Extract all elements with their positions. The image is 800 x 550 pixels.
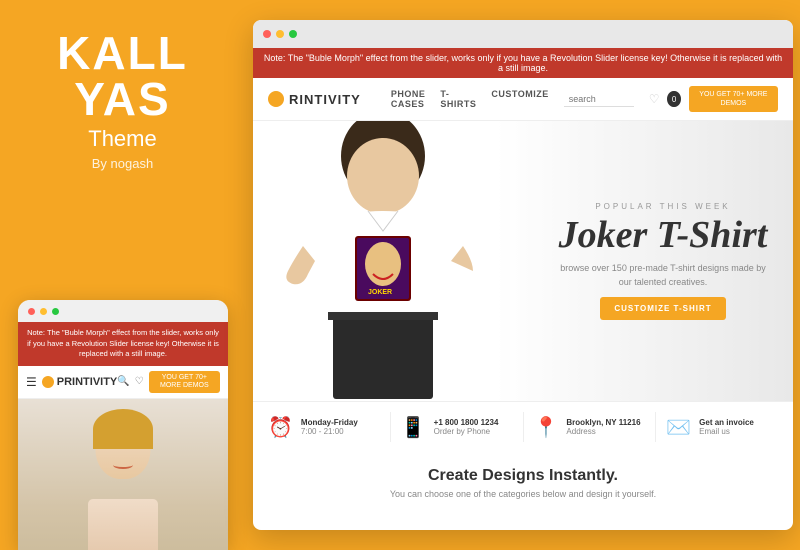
invoice-sub: Email us <box>699 427 754 436</box>
clock-icon: ⏰ <box>268 415 293 440</box>
hours-sub: 7:00 - 21:00 <box>301 427 358 436</box>
create-title: Create Designs Instantly. <box>273 467 773 485</box>
site-logo: RINTIVITY <box>268 91 361 107</box>
hero-text: POPULAR THIS WEEK Joker T-Shirt browse o… <box>553 202 773 320</box>
create-sub: You can choose one of the categories bel… <box>273 489 773 499</box>
mobile-content-area <box>18 399 228 550</box>
title-block: KALL YAS Theme By nogash <box>57 30 188 171</box>
address-title: Brooklyn, NY 11216 <box>566 418 640 427</box>
mobile-header <box>18 300 228 322</box>
dot-green <box>52 308 59 315</box>
wishlist-icon[interactable]: ♡ <box>649 92 660 106</box>
info-bar: ⏰ Monday-Friday 7:00 - 21:00 📱 +1 800 18… <box>253 401 793 452</box>
info-divider-2 <box>523 412 524 442</box>
mobile-alert: Note: The "Buble Morph" effect from the … <box>18 322 228 366</box>
cart-badge[interactable]: 0 <box>667 91 680 107</box>
location-icon: 📍 <box>534 415 559 440</box>
popular-label: POPULAR THIS WEEK <box>553 202 773 211</box>
nav-customize[interactable]: CUSTOMIZE <box>491 89 548 109</box>
phone-number: +1 800 1800 1234 <box>434 418 499 427</box>
info-hours: ⏰ Monday-Friday 7:00 - 21:00 <box>268 415 380 440</box>
close-dot[interactable] <box>263 30 271 38</box>
dot-yellow <box>40 308 47 315</box>
info-divider-3 <box>655 412 656 442</box>
email-icon: ✉️ <box>666 415 691 440</box>
demos-button[interactable]: YOU GET 70+ MORE DEMOS <box>689 86 778 112</box>
info-divider-1 <box>390 412 391 442</box>
nav-links: PHONE CASES T-SHIRTS CUSTOMIZE <box>391 89 549 109</box>
dot-red <box>28 308 35 315</box>
maximize-dot[interactable] <box>289 30 297 38</box>
mobile-logo: PRINTIVITY <box>42 376 118 388</box>
hero-description: browse over 150 pre-made T-shirt designs… <box>553 262 773 289</box>
theme-label: Theme <box>57 126 188 152</box>
mobile-heart-icon[interactable]: ♡ <box>135 376 144 387</box>
site-nav: RINTIVITY PHONE CASES T-SHIRTS CUSTOMIZE… <box>253 78 793 121</box>
invoice-text: Get an invoice Email us <box>699 418 754 436</box>
browser-alert-banner: Note: The "Buble Morph" effect from the … <box>253 48 793 78</box>
minimize-dot[interactable] <box>276 30 284 38</box>
customize-t-shirt-button[interactable]: CUSTOMIZE T-SHIRT <box>600 297 725 320</box>
left-panel: KALL YAS Theme By nogash Note: The "Bubl… <box>0 0 245 550</box>
bottom-content: Create Designs Instantly. You can choose… <box>253 452 793 514</box>
info-address: 📍 Brooklyn, NY 11216 Address <box>534 415 646 440</box>
nav-t-shirts[interactable]: T-SHIRTS <box>440 89 476 109</box>
phone-sub: Order by Phone <box>434 427 499 436</box>
address-sub: Address <box>566 427 640 436</box>
browser-chrome <box>253 20 793 48</box>
address-text: Brooklyn, NY 11216 Address <box>566 418 640 436</box>
logo-p-circle <box>268 91 284 107</box>
nav-icons: ♡ 0 YOU GET 70+ MORE DEMOS <box>649 86 778 112</box>
mobile-search-icon[interactable]: 🔍 <box>117 376 129 387</box>
mobile-demos-badge: YOU GET 70+ MORE DEMOS <box>149 371 220 394</box>
search-input[interactable] <box>564 92 634 107</box>
by-label: By nogash <box>57 156 188 171</box>
browser-mockup: Note: The "Buble Morph" effect from the … <box>253 20 793 530</box>
logo-circle <box>42 376 54 388</box>
info-phone: 📱 +1 800 1800 1234 Order by Phone <box>401 415 513 440</box>
info-invoice: ✉️ Get an invoice Email us <box>666 415 778 440</box>
nav-phone-cases[interactable]: PHONE CASES <box>391 89 426 109</box>
hero-title: Joker T-Shirt <box>553 216 773 254</box>
phone-icon: 📱 <box>401 415 426 440</box>
hero-section: JOKER POPULAR THIS WEEK Joker T-Shirt br… <box>253 121 793 401</box>
mobile-mockup: Note: The "Buble Morph" effect from the … <box>18 300 228 550</box>
hero-person-svg: JOKER <box>273 121 493 401</box>
phone-text: +1 800 1800 1234 Order by Phone <box>434 418 499 436</box>
hours-title: Monday-Friday <box>301 418 358 427</box>
mobile-nav-icons: 🔍 ♡ YOU GET 70+ MORE DEMOS <box>117 371 220 394</box>
invoice-title: Get an invoice <box>699 418 754 427</box>
svg-text:JOKER: JOKER <box>368 289 392 296</box>
mobile-nav: ☰ PRINTIVITY 🔍 ♡ YOU GET 70+ MORE DEMOS <box>18 366 228 400</box>
hamburger-icon[interactable]: ☰ <box>26 375 37 389</box>
hours-text: Monday-Friday 7:00 - 21:00 <box>301 418 358 436</box>
product-title: KALL YAS <box>57 30 188 122</box>
